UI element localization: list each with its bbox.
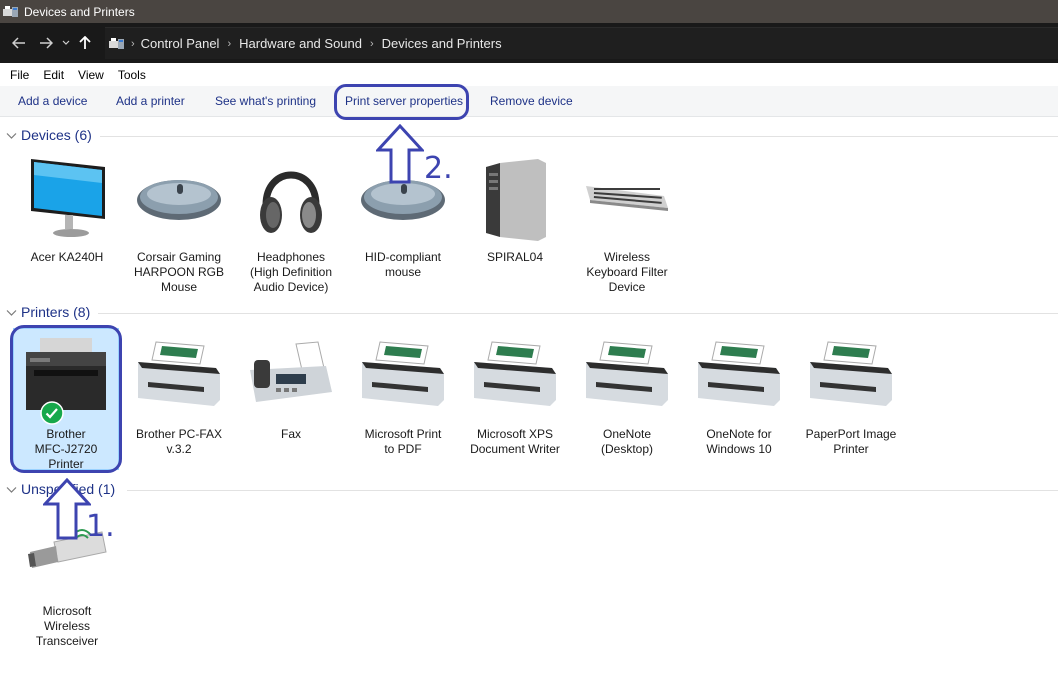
chevron-right-icon: › bbox=[131, 37, 135, 50]
device-label: Acer KA240H bbox=[30, 250, 104, 264]
printer-microsoft-xps-writer[interactable]: Microsoft XPS Document Writer bbox=[459, 329, 571, 457]
printer-icon bbox=[801, 329, 901, 421]
breadcrumb-devices-and-printers[interactable]: Devices and Printers bbox=[382, 36, 502, 51]
device-wireless-keyboard[interactable]: Wireless Keyboard Filter Device bbox=[571, 152, 683, 295]
address-field[interactable]: › Control Panel › Hardware and Sound › D… bbox=[105, 27, 1058, 59]
group-header-unspecified[interactable]: Unspecified (1) bbox=[0, 480, 1058, 500]
annotation-up-arrow-icon bbox=[41, 477, 93, 543]
devices-and-printers-icon bbox=[109, 37, 125, 51]
keyboard-icon bbox=[577, 152, 677, 244]
mouse-icon bbox=[129, 152, 229, 244]
breadcrumb-control-panel[interactable]: Control Panel bbox=[141, 36, 220, 51]
printer-brother-pc-fax[interactable]: Brother PC-FAX v.3.2 bbox=[123, 329, 235, 457]
chevron-right-icon: › bbox=[369, 37, 374, 50]
printer-label: Fax bbox=[280, 427, 301, 441]
device-label: HID-compliant mouse bbox=[364, 250, 442, 279]
recent-locations-chevron-icon[interactable] bbox=[59, 40, 73, 46]
device-label: SPIRAL04 bbox=[486, 250, 544, 264]
group-divider bbox=[98, 313, 1058, 314]
printer-label: PaperPort Image Printer bbox=[805, 427, 897, 456]
annotation-highlight-print-server bbox=[334, 84, 469, 120]
window-title: Devices and Printers bbox=[24, 4, 135, 19]
printer-onenote-windows-10[interactable]: OneNote for Windows 10 bbox=[683, 329, 795, 457]
device-headphones[interactable]: Headphones (High Definition Audio Device… bbox=[235, 152, 347, 295]
printer-icon bbox=[577, 329, 677, 421]
group-header-printers[interactable]: Printers (8) bbox=[0, 303, 1058, 323]
printer-label: Microsoft Print to PDF bbox=[364, 427, 442, 456]
group-title-devices: Devices (6) bbox=[21, 127, 92, 143]
device-corsair-harpoon-mouse[interactable]: Corsair Gaming HARPOON RGB Mouse bbox=[123, 152, 235, 295]
add-device-button[interactable]: Add a device bbox=[18, 94, 87, 108]
printer-icon bbox=[689, 329, 789, 421]
annotation-step-2: 2. bbox=[424, 151, 453, 186]
remove-device-button[interactable]: Remove device bbox=[490, 94, 573, 108]
address-bar: › Control Panel › Hardware and Sound › D… bbox=[0, 23, 1058, 63]
headphones-icon bbox=[241, 152, 341, 244]
up-arrow-icon[interactable] bbox=[73, 36, 97, 50]
command-toolbar: Add a device Add a printer See what's pr… bbox=[0, 86, 1058, 117]
printer-label: Microsoft XPS Document Writer bbox=[470, 427, 560, 456]
group-header-devices[interactable]: Devices (6) bbox=[0, 126, 1058, 146]
printer-icon bbox=[129, 329, 229, 421]
chevron-down-icon bbox=[6, 483, 17, 497]
printer-label: Brother PC-FAX v.3.2 bbox=[135, 427, 223, 456]
chevron-down-icon bbox=[6, 306, 17, 320]
chevron-down-icon bbox=[6, 129, 17, 143]
group-divider bbox=[100, 136, 1058, 137]
see-whats-printing-button[interactable]: See what's printing bbox=[215, 94, 316, 108]
annotation-step-1: 1. bbox=[86, 509, 115, 544]
printer-label: OneNote for Windows 10 bbox=[706, 427, 772, 456]
annotation-up-arrow-icon bbox=[374, 123, 426, 187]
device-label: Corsair Gaming HARPOON RGB Mouse bbox=[133, 250, 224, 294]
printer-icon bbox=[353, 329, 453, 421]
device-label: Microsoft Wireless Transceiver bbox=[35, 604, 99, 648]
devices-and-printers-icon bbox=[3, 5, 19, 19]
menu-tools[interactable]: Tools bbox=[118, 68, 146, 82]
monitor-icon bbox=[17, 152, 117, 244]
breadcrumb-hardware-and-sound[interactable]: Hardware and Sound bbox=[239, 36, 362, 51]
chevron-right-icon: › bbox=[227, 37, 232, 50]
group-title-printers: Printers (8) bbox=[21, 304, 91, 320]
menu-view[interactable]: View bbox=[78, 68, 104, 82]
printer-microsoft-print-to-pdf[interactable]: Microsoft Print to PDF bbox=[347, 329, 459, 457]
title-bar: Devices and Printers bbox=[0, 0, 1058, 23]
menu-file[interactable]: File bbox=[10, 68, 29, 82]
printer-label: OneNote (Desktop) bbox=[600, 427, 653, 456]
device-label: Wireless Keyboard Filter Device bbox=[586, 250, 668, 294]
printer-icon bbox=[465, 329, 565, 421]
back-arrow-icon[interactable] bbox=[5, 37, 33, 49]
printer-onenote-desktop[interactable]: OneNote (Desktop) bbox=[571, 329, 683, 457]
forward-arrow-icon[interactable] bbox=[33, 37, 59, 49]
menu-bar: File Edit View Tools bbox=[0, 63, 1058, 86]
device-spiral04[interactable]: SPIRAL04 bbox=[459, 152, 571, 265]
printer-paperport-image[interactable]: PaperPort Image Printer bbox=[795, 329, 907, 457]
fax-icon bbox=[241, 329, 341, 421]
device-label: Headphones (High Definition Audio Device… bbox=[249, 250, 333, 294]
printer-fax[interactable]: Fax bbox=[235, 329, 347, 442]
device-acer-ka240h[interactable]: Acer KA240H bbox=[11, 152, 123, 265]
group-divider bbox=[127, 490, 1058, 491]
computer-tower-icon bbox=[465, 152, 565, 244]
add-printer-button[interactable]: Add a printer bbox=[116, 94, 185, 108]
annotation-highlight-printer bbox=[10, 325, 122, 473]
menu-edit[interactable]: Edit bbox=[43, 68, 64, 82]
